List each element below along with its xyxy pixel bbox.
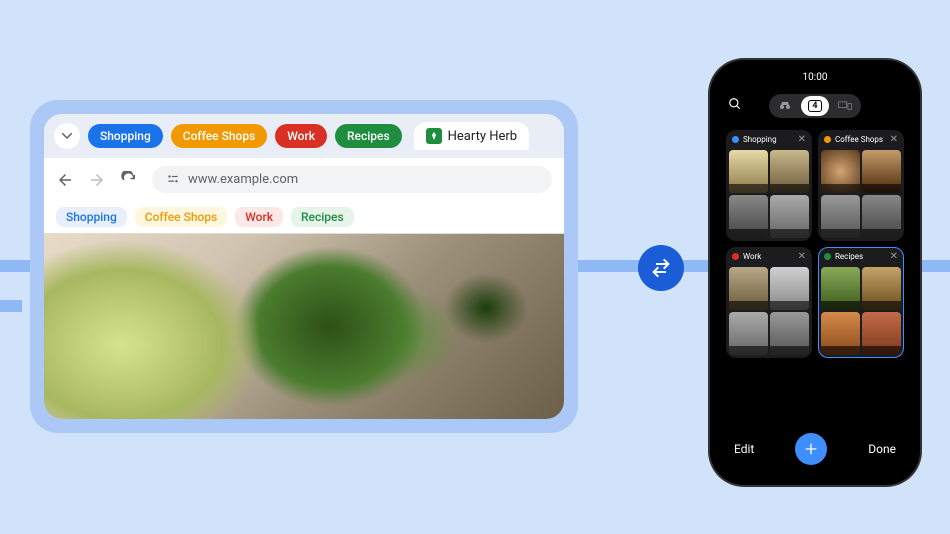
tab-thumbnail[interactable] [770, 195, 809, 238]
tab-thumbnail[interactable] [821, 312, 860, 355]
forward-button[interactable] [88, 171, 106, 189]
tab-thumbnail[interactable] [729, 267, 768, 310]
group-tiles [819, 148, 903, 240]
seg-incognito[interactable] [771, 96, 799, 116]
devices-icon [838, 101, 852, 111]
active-tab[interactable]: Hearty Herb [414, 122, 529, 150]
tab-thumbnail[interactable] [729, 312, 768, 355]
bookmark-work[interactable]: Work [235, 207, 283, 227]
sync-badge [638, 245, 684, 291]
bookmarks-bar: Shopping Coffee Shops Work Recipes [44, 201, 564, 234]
browser-window: Shopping Coffee Shops Work Recipes Heart… [44, 114, 564, 419]
bookmark-shopping[interactable]: Shopping [56, 207, 127, 227]
bookmark-coffee[interactable]: Coffee Shops [135, 207, 227, 227]
edit-button[interactable]: Edit [734, 442, 754, 456]
tab-thumbnail[interactable] [821, 150, 860, 193]
phone-toolbar: 4 [718, 88, 912, 124]
group-tiles [727, 265, 811, 357]
tab-dropdown[interactable] [54, 123, 80, 149]
group-close-button[interactable]: ✕ [798, 251, 806, 262]
tab-group-recipes[interactable]: Recipes [335, 124, 402, 148]
tab-thumbnail[interactable] [770, 150, 809, 193]
back-button[interactable] [56, 171, 74, 189]
tab-thumbnail[interactable] [729, 150, 768, 193]
group-close-button[interactable]: ✕ [890, 251, 898, 262]
group-tiles [727, 148, 811, 240]
tab-thumbnail[interactable] [862, 267, 901, 310]
page-content [44, 234, 564, 419]
group-header: Recipes ✕ [819, 248, 903, 265]
tab-thumbnail[interactable] [862, 195, 901, 238]
sync-arrows-icon [649, 256, 673, 280]
plus-icon [803, 441, 819, 457]
tab-thumbnail[interactable] [729, 195, 768, 238]
group-color-dot [732, 136, 739, 143]
seg-devices[interactable] [831, 96, 859, 116]
group-header: Coffee Shops ✕ [819, 131, 903, 148]
group-color-dot [824, 253, 831, 260]
back-arrow-icon [56, 171, 74, 189]
active-tab-title: Hearty Herb [448, 129, 517, 144]
tab-strip: Shopping Coffee Shops Work Recipes Heart… [44, 114, 564, 158]
tab-thumbnail[interactable] [862, 312, 901, 355]
forward-arrow-icon [88, 171, 106, 189]
tab-group-shopping[interactable]: Shopping [88, 124, 163, 148]
phone-group-coffee[interactable]: Coffee Shops ✕ [818, 130, 904, 241]
phone-status-bar: 10:00 [718, 68, 912, 88]
tab-groups-grid: Shopping ✕ Coffee Shops ✕ [718, 124, 912, 425]
search-icon [728, 97, 742, 111]
phone-frame: 10:00 4 [710, 60, 920, 485]
group-tiles [819, 265, 903, 357]
group-label: Work [743, 252, 794, 261]
recipe-hero-image [44, 234, 564, 419]
phone-group-work[interactable]: Work ✕ [726, 247, 812, 358]
group-header: Shopping ✕ [727, 131, 811, 148]
new-tab-button[interactable] [795, 433, 827, 465]
tab-thumbnail[interactable] [770, 312, 809, 355]
tab-group-work[interactable]: Work [275, 124, 327, 148]
phone-group-shopping[interactable]: Shopping ✕ [726, 130, 812, 241]
bookmark-recipes[interactable]: Recipes [291, 207, 354, 227]
phone-search-button[interactable] [728, 97, 742, 115]
phone-segment-control: 4 [769, 94, 861, 118]
tab-thumbnail[interactable] [770, 267, 809, 310]
phone-bottom-bar: Edit Done [718, 425, 912, 477]
seg-tabs[interactable]: 4 [801, 96, 829, 116]
desktop-browser-frame: Shopping Coffee Shops Work Recipes Heart… [30, 100, 578, 433]
tab-thumbnail[interactable] [862, 150, 901, 193]
reload-icon [120, 171, 138, 189]
group-close-button[interactable]: ✕ [798, 134, 806, 145]
group-label: Shopping [743, 135, 794, 144]
done-button[interactable]: Done [868, 442, 896, 456]
group-label: Recipes [835, 252, 886, 261]
group-color-dot [824, 136, 831, 143]
group-color-dot [732, 253, 739, 260]
browser-toolbar: www.example.com [44, 158, 564, 201]
reload-button[interactable] [120, 171, 138, 189]
url-text: www.example.com [188, 172, 298, 187]
phone-group-recipes[interactable]: Recipes ✕ [818, 247, 904, 358]
phone-time: 10:00 [803, 72, 828, 88]
group-header: Work ✕ [727, 248, 811, 265]
group-close-button[interactable]: ✕ [890, 134, 898, 145]
site-settings-icon[interactable] [166, 173, 180, 187]
phone-screen: 10:00 4 [718, 68, 912, 477]
group-label: Coffee Shops [835, 135, 886, 144]
tab-thumbnail[interactable] [821, 195, 860, 238]
chevron-down-icon [62, 133, 72, 139]
tab-thumbnail[interactable] [821, 267, 860, 310]
tab-favicon [426, 128, 442, 144]
incognito-icon [779, 101, 791, 111]
address-bar[interactable]: www.example.com [152, 166, 552, 193]
tab-count: 4 [808, 100, 821, 112]
tab-group-coffee[interactable]: Coffee Shops [171, 124, 267, 148]
